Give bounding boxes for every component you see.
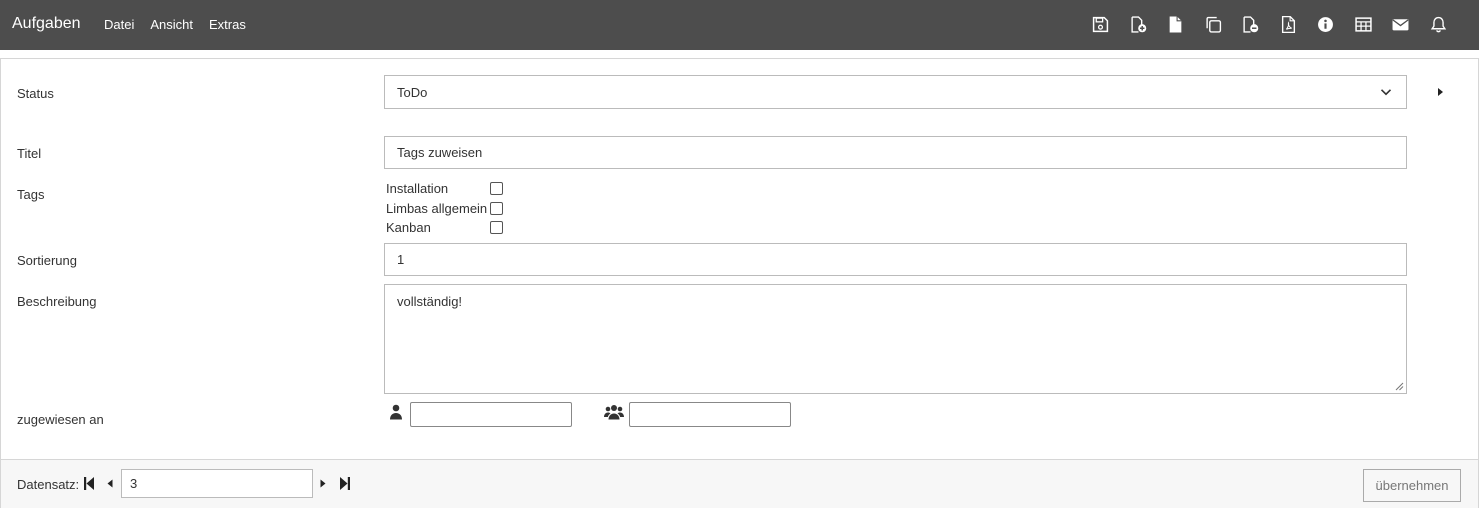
sortierung-value: 1 — [397, 252, 405, 267]
apply-button[interactable]: übernehmen — [1363, 469, 1461, 502]
table-icon[interactable] — [1345, 13, 1383, 35]
titel-input[interactable]: Tags zuweisen — [384, 136, 1407, 169]
record-footer: Datensatz: 3 übernehmen — [1, 459, 1478, 508]
tags-label: Tags — [17, 187, 45, 202]
mail-icon[interactable] — [1382, 13, 1420, 35]
users-icon — [604, 405, 624, 420]
zugewiesen-label: zugewiesen an — [17, 412, 104, 427]
titel-label: Titel — [17, 146, 42, 161]
app-title: Aufgaben — [12, 15, 81, 32]
save-icon[interactable] — [1082, 13, 1120, 35]
top-bar: Aufgaben Datei Ansicht Extras — [0, 0, 1479, 50]
tag-label: Installation — [386, 181, 449, 197]
status-value: ToDo — [397, 84, 428, 100]
user-icon — [390, 404, 402, 420]
tag-option-limbas-allgemein: Limbas allgemein — [386, 199, 503, 219]
titel-value: Tags zuweisen — [397, 145, 483, 160]
last-record-icon[interactable] — [339, 476, 351, 491]
previous-record-icon[interactable] — [106, 476, 114, 491]
tags-group: Installation Limbas allgemein Kanban — [386, 179, 503, 238]
toolbar — [1082, 13, 1457, 35]
bell-icon[interactable] — [1420, 13, 1458, 35]
tag-checkbox-installation[interactable] — [490, 182, 503, 195]
tag-checkbox-limbas-allgemein[interactable] — [490, 201, 503, 215]
chevron-down-icon — [1380, 89, 1392, 96]
record-number-value: 3 — [130, 476, 138, 491]
info-icon[interactable] — [1307, 13, 1345, 35]
tag-option-installation: Installation — [386, 179, 503, 199]
status-label: Status — [17, 86, 54, 101]
record-label: Datensatz: — [17, 477, 80, 492]
assign-user-input[interactable] — [410, 402, 572, 427]
file-icon[interactable] — [1157, 13, 1195, 35]
beschreibung-value: vollständig! — [397, 294, 463, 309]
tag-option-kanban: Kanban — [386, 218, 503, 238]
next-record-icon[interactable] — [319, 476, 327, 491]
menu-item-datei[interactable]: Datei — [104, 17, 134, 32]
status-select[interactable]: ToDo — [384, 75, 1407, 109]
menu-bar: Datei Ansicht Extras — [104, 17, 262, 32]
pdf-icon[interactable] — [1270, 13, 1308, 35]
sortierung-input[interactable]: 1 — [384, 243, 1407, 276]
beschreibung-label: Beschreibung — [17, 294, 97, 309]
sortierung-label: Sortierung — [17, 253, 77, 268]
record-number-input[interactable]: 3 — [121, 469, 313, 498]
assign-group-input[interactable] — [629, 402, 791, 427]
resize-handle-icon[interactable] — [1395, 382, 1404, 391]
tag-label: Limbas allgemein — [386, 200, 488, 216]
form-panel: Status ToDo Titel Tags zuweisen Tags Ins… — [0, 58, 1479, 508]
tag-checkbox-kanban[interactable] — [490, 221, 503, 234]
delete-record-icon[interactable] — [1232, 13, 1270, 35]
beschreibung-textarea[interactable]: vollständig! — [384, 284, 1407, 394]
menu-item-extras[interactable]: Extras — [209, 17, 246, 32]
tag-label: Kanban — [386, 220, 431, 236]
caret-right-icon[interactable] — [1435, 85, 1445, 99]
menu-item-ansicht[interactable]: Ansicht — [150, 17, 193, 32]
copy-icon[interactable] — [1195, 13, 1233, 35]
first-record-icon[interactable] — [83, 476, 95, 491]
new-record-icon[interactable] — [1120, 13, 1158, 35]
